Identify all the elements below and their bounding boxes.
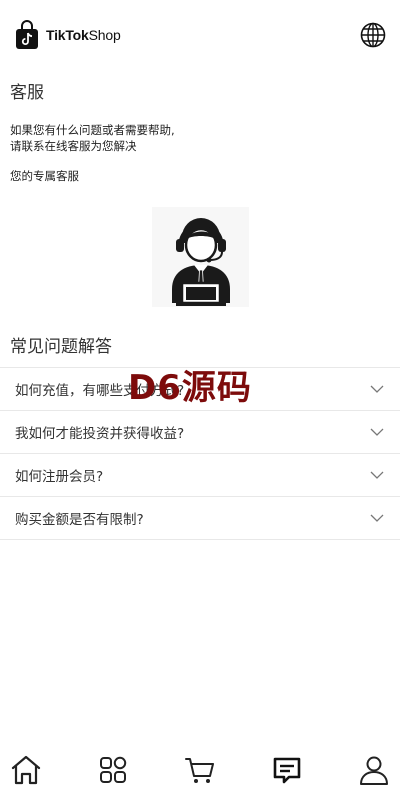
chevron-down-icon: [370, 385, 384, 393]
customer-service-title: 客服: [10, 83, 44, 103]
customer-service-description: 如果您有什么问题或者需要帮助, 请联系在线客服为您解决: [10, 122, 390, 154]
chevron-down-icon: [370, 514, 384, 522]
tab-home[interactable]: [8, 752, 44, 788]
faq-question: 我如何才能投资并获得收益?: [15, 426, 185, 442]
agent-container: [0, 207, 400, 307]
faq-question: 如何注册会员?: [15, 469, 104, 485]
customer-service-agent-icon[interactable]: [151, 207, 249, 307]
brand-logo[interactable]: TikTokShop: [14, 20, 121, 50]
cart-icon: [185, 758, 214, 783]
home-icon: [11, 755, 41, 785]
grid-icon: [100, 756, 127, 783]
description-line-1: 如果您有什么问题或者需要帮助,: [10, 123, 175, 137]
faq-question: 购买金额是否有限制?: [15, 512, 144, 528]
tab-profile[interactable]: [356, 752, 392, 788]
chevron-down-icon: [370, 471, 384, 479]
tab-categories[interactable]: [95, 752, 131, 788]
tab-messages[interactable]: [269, 752, 305, 788]
user-icon: [360, 756, 388, 785]
tiktok-shop-bag-icon: [16, 20, 38, 49]
chevron-down-icon: [370, 428, 384, 436]
bottom-tab-bar: [0, 740, 400, 800]
faq-item-invest[interactable]: 我如何才能投资并获得收益?: [0, 411, 400, 454]
message-icon: [273, 757, 301, 784]
faq-item-limit[interactable]: 购买金额是否有限制?: [0, 497, 400, 540]
tab-cart[interactable]: [182, 752, 218, 788]
exclusive-service-label: 您的专属客服: [10, 169, 79, 183]
watermark: D6源码: [128, 368, 252, 408]
header: TikTokShop: [0, 0, 400, 70]
globe-icon[interactable]: [360, 22, 386, 48]
description-line-2: 请联系在线客服为您解决: [10, 139, 137, 153]
faq-item-register[interactable]: 如何注册会员?: [0, 454, 400, 497]
brand-name: TikTokShop: [46, 27, 121, 43]
